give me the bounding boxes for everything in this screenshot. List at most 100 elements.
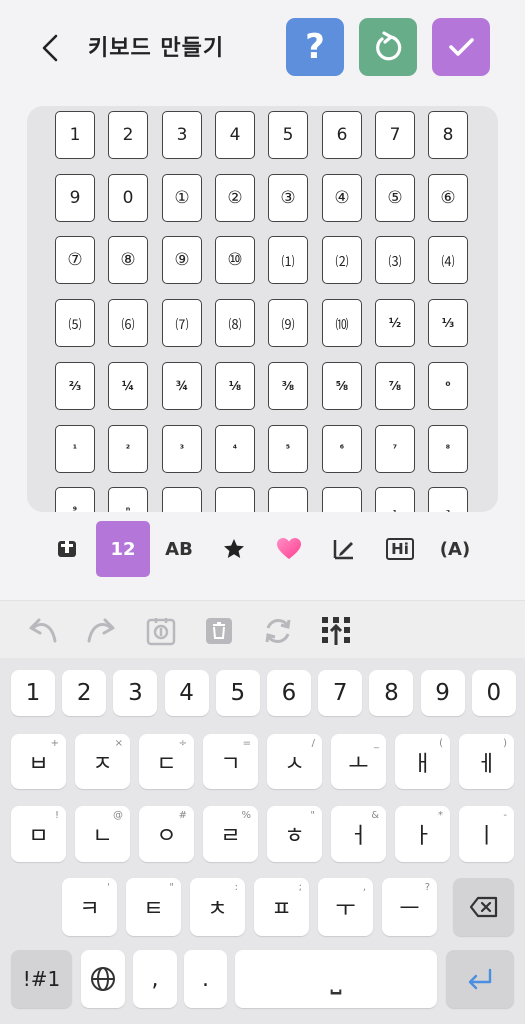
symbol-key[interactable]: ⁴ <box>215 425 255 473</box>
keyboard-key[interactable]: ㅂ + <box>11 734 66 789</box>
symbol-key[interactable]: 1 <box>55 111 95 159</box>
symbols-key[interactable]: !#1 <box>11 950 72 1008</box>
symbol-key[interactable]: ⑷ <box>428 236 468 284</box>
symbol-key[interactable]: 3 <box>162 111 202 159</box>
symbol-key[interactable]: 7 <box>375 111 415 159</box>
keyboard-key[interactable]: ㅗ _ <box>331 734 386 789</box>
symbol-key[interactable]: ⅓ <box>428 299 468 347</box>
symbol-key[interactable]: ⑽ <box>322 299 362 347</box>
symbol-key[interactable]: ⁶ <box>322 425 362 473</box>
keyboard-key[interactable]: 2 <box>62 670 107 716</box>
symbol-key[interactable]: ½ <box>375 299 415 347</box>
symbol-grid-panel[interactable]: 12345678 90①②③④⑤⑥ ⑦⑧⑨⑩⑴⑵⑶⑷ ⑸⑹⑺⑻⑼⑽½⅓ ⅔¼¾⅛⅜⅝⅞⁰… <box>27 106 498 512</box>
symbol-key[interactable]: ⑶ <box>375 236 415 284</box>
symbol-key[interactable]: ① <box>162 174 202 222</box>
symbol-key[interactable]: ⅔ <box>55 362 95 410</box>
keyboard-key[interactable]: ㄴ @ <box>75 806 130 862</box>
symbol-key[interactable]: 2 <box>108 111 148 159</box>
back-button[interactable] <box>36 28 68 68</box>
redo-button[interactable] <box>82 611 122 651</box>
keyboard-key[interactable]: 4 <box>164 670 209 716</box>
keyboard-key[interactable]: 1 <box>11 670 55 716</box>
keyboard-key[interactable]: ㅜ, <box>318 878 373 936</box>
symbol-key[interactable]: 5 <box>268 111 308 159</box>
keyboard-key[interactable]: ㅍ; <box>254 878 309 936</box>
tab-favorites[interactable] <box>207 522 261 576</box>
keyboard-key[interactable]: 5 <box>215 670 260 716</box>
symbol-key[interactable]: ⑧ <box>108 236 148 284</box>
keyboard-key[interactable]: ㄱ = <box>203 734 258 789</box>
symbol-key[interactable]: ⑤ <box>375 174 415 222</box>
tab-hearts[interactable] <box>262 522 316 576</box>
keyboard-key[interactable]: ㅡ? <box>382 878 437 936</box>
keyboard-key[interactable]: ㅣ- <box>459 806 514 862</box>
symbol-key[interactable]: ⑻ <box>215 299 255 347</box>
keyboard-key[interactable]: ㅊ: <box>190 878 245 936</box>
symbol-key[interactable]: ³ <box>162 425 202 473</box>
symbol-key[interactable]: ⅛ <box>215 362 255 410</box>
keyboard-key[interactable]: 3 <box>113 670 158 716</box>
tab-alphabet[interactable]: AB <box>152 522 206 576</box>
symbol-key[interactable] <box>322 487 362 512</box>
keyboard-key[interactable]: 9 <box>420 670 465 716</box>
tab-hi[interactable]: Hi <box>373 522 427 576</box>
symbol-key[interactable]: ¹ <box>55 425 95 473</box>
symbol-key[interactable]: ₁ <box>375 487 415 512</box>
keyboard-key[interactable]: ㅇ # <box>139 806 194 862</box>
symbol-key[interactable]: ⁷ <box>375 425 415 473</box>
help-button[interactable]: ? <box>286 18 344 76</box>
tab-parenthesis[interactable]: (A) <box>428 522 482 576</box>
symbol-key[interactable]: ③ <box>268 174 308 222</box>
tab-edit[interactable] <box>317 522 371 576</box>
symbol-key[interactable]: ₂ <box>428 487 468 512</box>
symbol-key[interactable]: ⅞ <box>375 362 415 410</box>
symbol-key[interactable]: 4 <box>215 111 255 159</box>
keyboard-key[interactable]: ㅓ & <box>331 806 386 862</box>
tab-template[interactable] <box>40 522 94 576</box>
symbol-key[interactable]: ⑸ <box>55 299 95 347</box>
keyboard-key[interactable]: ㅈ × <box>75 734 130 789</box>
swap-key-button[interactable] <box>141 611 181 651</box>
symbol-key[interactable]: ⑩ <box>215 236 255 284</box>
symbol-key[interactable]: ⑹ <box>108 299 148 347</box>
keyboard-key[interactable]: ㅅ / <box>267 734 322 789</box>
symbol-key[interactable]: ② <box>215 174 255 222</box>
symbol-key[interactable]: 8 <box>428 111 468 159</box>
symbol-key[interactable]: ¼ <box>108 362 148 410</box>
symbol-key[interactable]: ⑼ <box>268 299 308 347</box>
symbol-key[interactable]: ² <box>108 425 148 473</box>
keyboard-key[interactable]: ㄷ ÷ <box>139 734 194 789</box>
symbol-key[interactable]: 9 <box>55 174 95 222</box>
keyboard-key[interactable]: 6 <box>267 670 311 716</box>
symbol-key[interactable]: ⁸ <box>428 425 468 473</box>
symbol-key[interactable] <box>215 487 255 512</box>
keyboard-key[interactable]: ㅔ) <box>459 734 514 789</box>
symbol-key[interactable]: ⑦ <box>55 236 95 284</box>
tab-numbers[interactable]: 12 <box>96 521 150 577</box>
keyboard-key[interactable]: 0 <box>471 670 516 716</box>
keyboard-key[interactable]: ㅁ! <box>11 806 66 862</box>
symbol-key[interactable]: ⅝ <box>322 362 362 410</box>
space-key[interactable]: ⎵ <box>235 950 437 1008</box>
symbol-key[interactable]: ¾ <box>162 362 202 410</box>
keyboard-key[interactable]: ㅋ ' <box>62 878 117 936</box>
symbol-key[interactable] <box>268 487 308 512</box>
confirm-button[interactable] <box>432 18 490 76</box>
symbol-key[interactable]: ⁰ <box>428 362 468 410</box>
keyboard-key[interactable]: ㄹ% <box>203 806 258 862</box>
symbol-key[interactable]: ⑨ <box>162 236 202 284</box>
keyboard-key[interactable]: 8 <box>369 670 414 716</box>
comma-key[interactable]: , <box>133 950 177 1008</box>
keyboard-key[interactable]: ㅏ * <box>395 806 450 862</box>
symbol-key[interactable] <box>162 487 202 512</box>
delete-button[interactable] <box>199 611 239 651</box>
symbol-key[interactable]: ⅜ <box>268 362 308 410</box>
symbol-key[interactable]: ⁵ <box>268 425 308 473</box>
keyboard-key[interactable]: ㅐ( <box>395 734 450 789</box>
symbol-key[interactable]: ④ <box>322 174 362 222</box>
symbol-key[interactable]: ⑴ <box>268 236 308 284</box>
enter-key[interactable] <box>446 950 514 1008</box>
keyboard-key[interactable]: ㅎ " <box>267 806 322 862</box>
symbol-key[interactable]: ⑵ <box>322 236 362 284</box>
symbol-key[interactable]: 0 <box>108 174 148 222</box>
